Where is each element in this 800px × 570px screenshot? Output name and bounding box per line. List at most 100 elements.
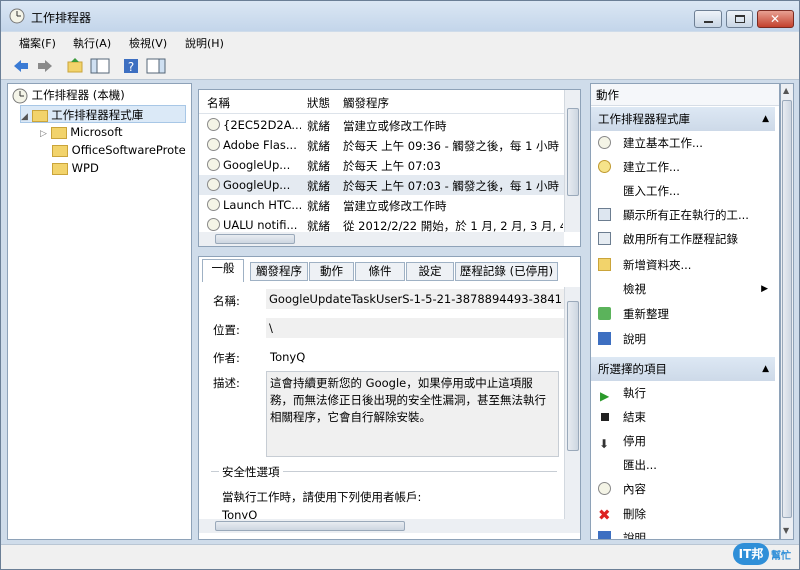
logo-badge: IT邦 xyxy=(733,543,769,565)
back-arrow-icon[interactable] xyxy=(11,56,31,76)
delete-button[interactable]: ✖ 刪除 xyxy=(596,503,774,525)
action-pane-vscroll[interactable]: ▲ ▼ xyxy=(780,83,794,540)
enable-history-button[interactable]: 啟用所有工作歷程記錄 xyxy=(596,228,774,250)
scroll-down-icon[interactable]: ▼ xyxy=(783,526,789,535)
tree-library[interactable]: ◢ 工作排程器程式庫 xyxy=(20,105,186,123)
action-label: 檢視 xyxy=(623,282,646,296)
menu-bar: 檔案(F) 執行(A) 檢視(V) 說明(H) xyxy=(1,32,799,52)
end-button[interactable]: 結束 xyxy=(596,406,774,428)
name-field[interactable]: GoogleUpdateTaskUserS-1-5-21-3878894493-… xyxy=(266,289,564,309)
up-folder-icon[interactable] xyxy=(65,56,85,76)
clock-icon xyxy=(12,88,28,103)
detail-vscroll[interactable] xyxy=(564,287,580,519)
tab-triggers[interactable]: 觸發程序 xyxy=(250,262,308,281)
tree-item-microsoft[interactable]: ▷ Microsoft xyxy=(40,123,123,141)
task-name: Adobe Flas... xyxy=(223,138,297,152)
toolbar: ? xyxy=(1,52,799,80)
task-row[interactable]: Adobe Flas... 就緒 於每天 上午 09:36 - 觸發之後，每 1… xyxy=(199,135,564,155)
scroll-thumb[interactable] xyxy=(215,234,295,244)
menu-action[interactable]: 執行(A) xyxy=(73,35,111,51)
task-row[interactable]: Launch HTC... 就緒 當建立或修改工作時 xyxy=(199,195,564,215)
show-hide-action-pane-icon[interactable] xyxy=(145,56,167,76)
tab-history[interactable]: 歷程記錄 (已停用) xyxy=(455,262,558,281)
action-section-selected[interactable]: 所選擇的項目 ▲ xyxy=(591,357,775,381)
create-task-button[interactable]: 建立工作... xyxy=(596,156,774,178)
column-trigger[interactable]: 觸發程序 xyxy=(343,95,389,111)
main-window: 工作排程器 ✕ 檔案(F) 執行(A) 檢視(V) 說明(H) ? 工作排程器 … xyxy=(0,0,800,570)
tree-root[interactable]: 工作排程器 (本機) xyxy=(12,86,125,104)
column-status[interactable]: 狀態 xyxy=(307,95,330,111)
task-row-selected[interactable]: GoogleUp... 就緒 於每天 上午 07:03 - 觸發之後，每 1 小… xyxy=(199,175,564,195)
tree-item-officesoftwareprotect[interactable]: OfficeSoftwareProte xyxy=(52,141,186,159)
task-clock-icon xyxy=(207,178,220,191)
menu-help[interactable]: 說明(H) xyxy=(185,35,224,51)
close-button[interactable]: ✕ xyxy=(757,10,794,28)
tree-item-wpd[interactable]: WPD xyxy=(52,159,99,177)
description-field[interactable]: 這會持續更新您的 Google，如果停用或中止這項服務，而無法修正日後出現的安全… xyxy=(266,371,559,457)
task-name: Launch HTC... xyxy=(223,198,301,212)
task-row[interactable]: GoogleUp... 就緒 於每天 上午 07:03 xyxy=(199,155,564,175)
help-button-2[interactable]: 說明 xyxy=(596,527,774,539)
forward-arrow-icon[interactable] xyxy=(35,56,55,76)
maximize-button[interactable] xyxy=(726,10,753,28)
create-basic-task-button[interactable]: 建立基本工作... xyxy=(596,132,774,154)
scroll-thumb[interactable] xyxy=(215,521,405,531)
section-title: 工作排程器程式庫 xyxy=(598,112,690,126)
tab-actions[interactable]: 動作 xyxy=(309,262,354,281)
scroll-thumb[interactable] xyxy=(567,108,579,196)
scroll-thumb[interactable] xyxy=(782,100,792,518)
action-pane: 動作 工作排程器程式庫 ▲ 建立基本工作... 建立工作... 匯入工作... … xyxy=(590,83,780,540)
column-name[interactable]: 名稱 xyxy=(207,95,230,111)
play-icon: ▶ xyxy=(600,389,610,403)
svg-text:?: ? xyxy=(128,60,134,74)
action-label: 執行 xyxy=(623,386,646,400)
task-clock-icon xyxy=(207,158,220,171)
show-running-tasks-button[interactable]: 顯示所有正在執行的工... xyxy=(596,204,774,226)
menu-file[interactable]: 檔案(F) xyxy=(19,35,56,51)
collapse-arrow-icon[interactable]: ◢ xyxy=(21,112,28,122)
disable-button[interactable]: ⬇ 停用 xyxy=(596,430,774,452)
new-folder-button[interactable]: 新增資料夾... xyxy=(596,254,774,276)
section-title: 所選擇的項目 xyxy=(598,362,667,376)
menu-view[interactable]: 檢視(V) xyxy=(129,35,167,51)
tab-conditions[interactable]: 條件 xyxy=(355,262,405,281)
show-hide-tree-icon[interactable] xyxy=(89,56,111,76)
run-button[interactable]: ▶ 執行 xyxy=(596,382,774,404)
task-row[interactable]: {2EC52D2A... 就緒 當建立或修改工作時 xyxy=(199,115,564,135)
action-label: 停用 xyxy=(623,434,646,448)
tree-item-label: WPD xyxy=(71,161,99,175)
collapse-arrow-icon[interactable]: ▲ xyxy=(762,107,769,131)
scroll-up-icon[interactable]: ▲ xyxy=(783,86,789,95)
help-icon[interactable]: ? xyxy=(121,56,141,76)
task-list-hscroll[interactable] xyxy=(199,232,564,246)
action-label: 匯出... xyxy=(623,458,657,472)
tab-general[interactable]: 一般 xyxy=(202,259,244,282)
window-title: 工作排程器 xyxy=(31,11,92,25)
scroll-thumb[interactable] xyxy=(567,301,579,451)
task-name: {2EC52D2A... xyxy=(223,118,301,132)
action-label: 顯示所有正在執行的工... xyxy=(623,208,749,222)
action-label: 說明 xyxy=(623,332,646,346)
detail-hscroll[interactable] xyxy=(199,519,580,533)
view-menu-button[interactable]: 檢視 ▶ xyxy=(596,278,774,300)
task-list-vscroll[interactable] xyxy=(564,90,580,232)
properties-button[interactable]: 內容 xyxy=(596,478,774,500)
task-trigger: 於每天 上午 09:36 - 觸發之後，每 1 小時 xyxy=(343,139,560,153)
basic-task-icon xyxy=(598,136,611,149)
tab-settings[interactable]: 設定 xyxy=(406,262,454,281)
history-icon xyxy=(598,232,611,245)
author-value: TonyQ xyxy=(270,350,306,364)
export-button[interactable]: 匯出... xyxy=(596,454,774,476)
minimize-button[interactable] xyxy=(694,10,722,28)
expand-arrow-icon[interactable]: ▷ xyxy=(40,129,47,139)
detail-tabs: 一般 觸發程序 動作 條件 設定 歷程記錄 (已停用) xyxy=(199,259,580,282)
task-trigger: 當建立或修改工作時 xyxy=(343,199,447,213)
refresh-button[interactable]: 重新整理 xyxy=(596,303,774,325)
collapse-arrow-icon[interactable]: ▲ xyxy=(762,357,769,381)
import-task-button[interactable]: 匯入工作... xyxy=(596,180,774,202)
title-bar: 工作排程器 ✕ xyxy=(1,1,799,31)
task-detail-panel: 一般 觸發程序 動作 條件 設定 歷程記錄 (已停用) 名稱: GoogleUp… xyxy=(198,256,581,540)
action-section-library[interactable]: 工作排程器程式庫 ▲ xyxy=(591,107,775,131)
security-title: 安全性選項 xyxy=(219,464,283,480)
help-button[interactable]: 說明 xyxy=(596,328,774,350)
